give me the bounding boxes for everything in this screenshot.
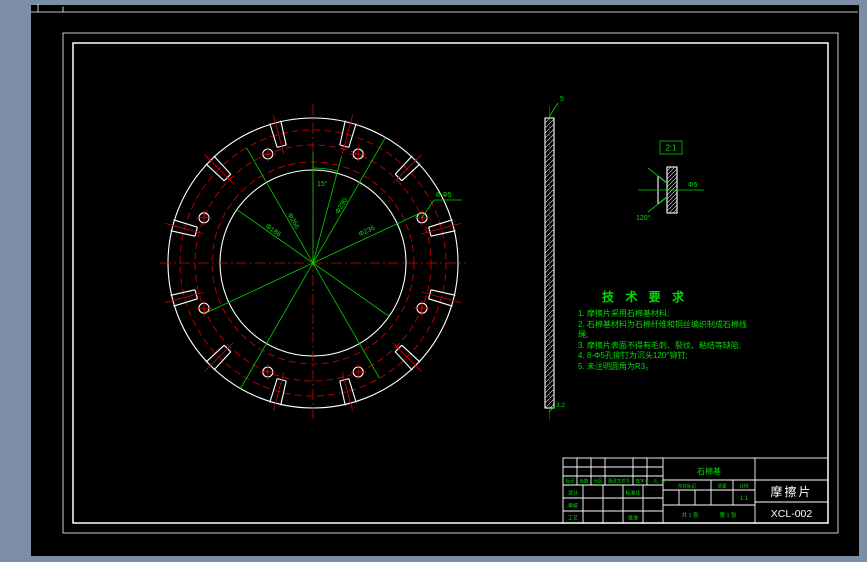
tb-sheet-no: 第 1 张 bbox=[719, 511, 737, 519]
tb-mark: 标记 bbox=[566, 478, 575, 485]
front-view: Φ290 Φ266 Φ236 Φ186 15° 8-Φ5 bbox=[160, 104, 466, 422]
tech-req-title: 技 术 要 求 bbox=[602, 290, 689, 304]
tb-count: 处数 bbox=[580, 478, 589, 485]
cad-drawing-sheet: { "colors": { "canvas_bg": "#7b8ea6", "p… bbox=[0, 0, 867, 562]
tb-mass: 质量 bbox=[718, 483, 727, 490]
dim-label-rivet-circle: Φ236 bbox=[358, 225, 377, 239]
tech-req-item: 2. 石棉基材料为石棉纤维和铜丝编织制成石棉线绳; bbox=[578, 319, 747, 340]
tb-approve: 批准 bbox=[628, 515, 638, 522]
tb-scale-value: 1:1 bbox=[740, 496, 749, 502]
roughness-label: 3.2 bbox=[556, 402, 565, 409]
thickness-label: 5 bbox=[560, 96, 564, 103]
tech-req-item: 3. 摩擦片表面不得有毛刺、裂纹、粘结等缺陷; bbox=[578, 340, 742, 350]
detail-view: 2:1 Φ5 120° bbox=[636, 140, 704, 222]
technical-requirements: 技 术 要 求 1. 摩擦片采用石棉基材料; 2. 石棉基材料为石棉纤维和铜丝编… bbox=[578, 288, 756, 372]
drawing-canvas: Φ290 Φ266 Φ236 Φ186 15° 8-Φ5 5 3.2 2:1 Φ… bbox=[31, 4, 858, 534]
detail-angle-label: 120° bbox=[636, 214, 651, 222]
tb-date: 年、月、日 bbox=[645, 478, 665, 484]
tb-sheet-total: 共 1 张 bbox=[681, 511, 699, 519]
angle-label: 15° bbox=[317, 180, 328, 188]
tech-req-item: 5. 未注明圆角为R3。 bbox=[578, 361, 654, 371]
detail-dia-label: Φ5 bbox=[688, 182, 698, 189]
tb-design: 设计 bbox=[568, 490, 578, 497]
tb-change-doc: 更改文件号 bbox=[608, 478, 631, 485]
tb-zone: 分区 bbox=[594, 478, 603, 485]
tb-process: 工艺 bbox=[568, 516, 578, 522]
title-block: 标记 处数 分区 更改文件号 签字 年、月、日 设计 标准化 审核 工艺 批准 … bbox=[562, 457, 829, 524]
tb-sign: 签字 bbox=[636, 478, 645, 484]
dim-label-outer: Φ290 bbox=[334, 197, 349, 216]
tech-req-item: 4. 8-Φ5孔铆钉为沉头120°铆钉; bbox=[578, 351, 688, 360]
tech-req-item: 1. 摩擦片采用石棉基材料; bbox=[578, 309, 670, 318]
hole-callout-label: 8-Φ5 bbox=[436, 192, 452, 199]
tb-material: 石棉基 bbox=[697, 466, 721, 476]
tb-part-name: 摩擦片 bbox=[770, 484, 812, 499]
tb-standard: 标准化 bbox=[625, 490, 640, 497]
tb-scale: 比例 bbox=[740, 483, 749, 490]
tb-audit: 审核 bbox=[568, 503, 578, 510]
dim-label-slot-circle: Φ266 bbox=[286, 212, 301, 231]
tb-stage: 阶段标记 bbox=[678, 483, 696, 490]
layout-marks bbox=[31, 4, 858, 13]
side-section-view: 5 3.2 bbox=[544, 96, 565, 420]
detail-scale-label: 2:1 bbox=[665, 144, 677, 153]
tb-drawing-no: XCL-002 bbox=[771, 508, 813, 520]
